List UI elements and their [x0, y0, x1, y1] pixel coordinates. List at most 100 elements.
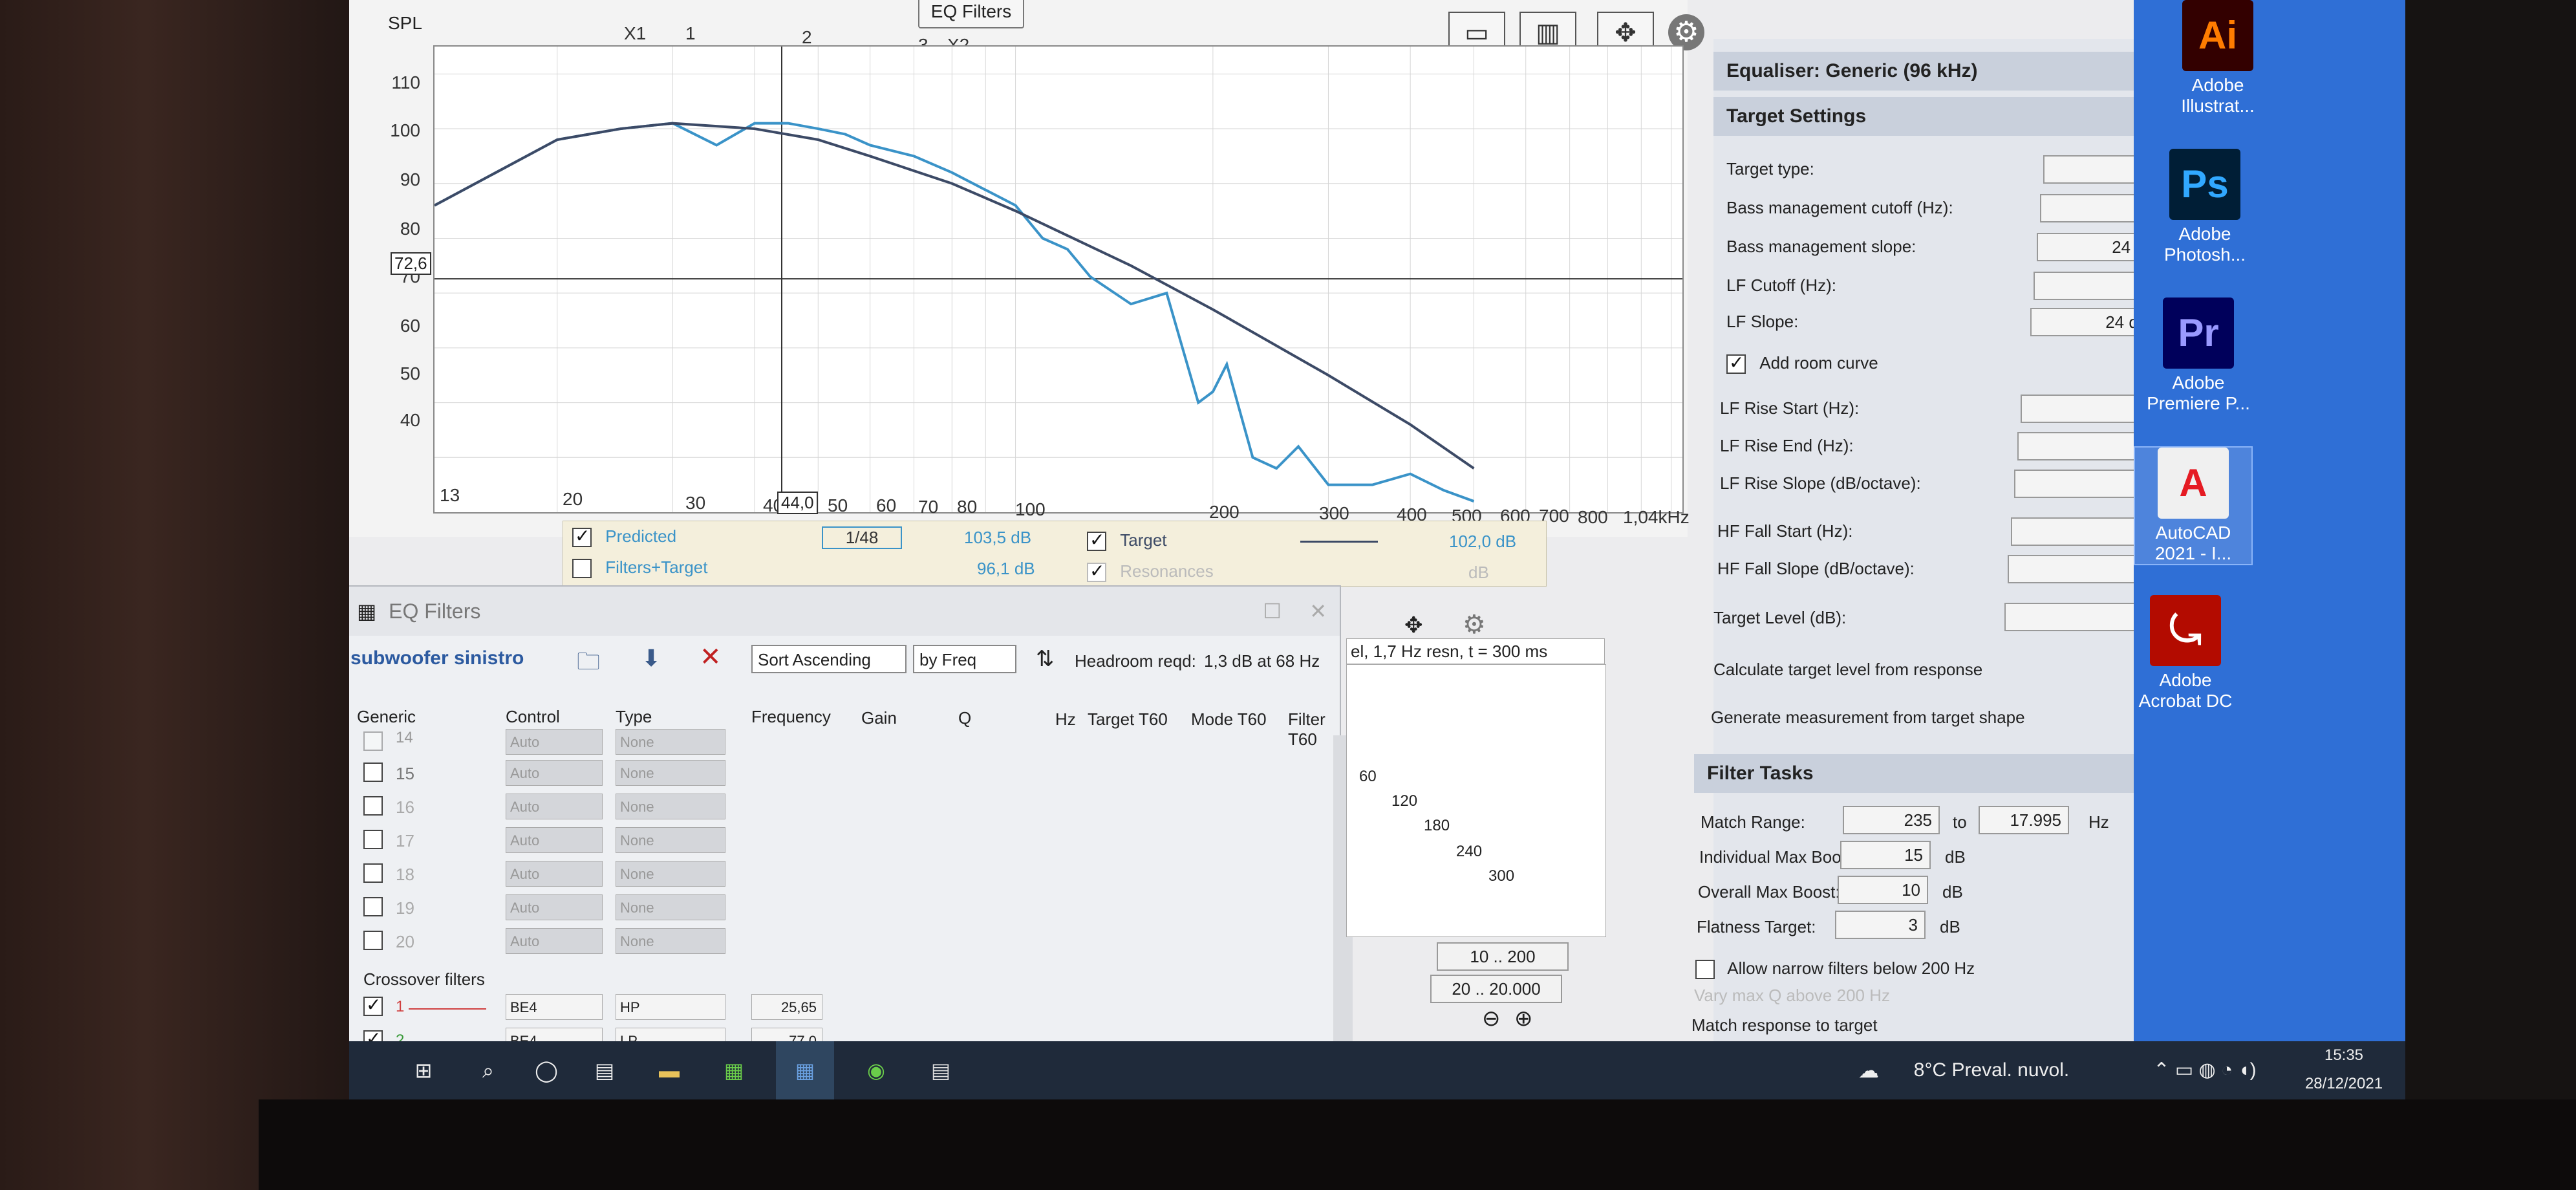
- filter-row[interactable]: 19 Auto None: [349, 894, 1307, 925]
- type-select[interactable]: None: [616, 729, 725, 755]
- allow-narrow-label: Allow narrow filters below 200 Hz: [1727, 958, 1975, 978]
- overall-max-boost-field[interactable]: 10: [1838, 876, 1928, 904]
- target-checkbox[interactable]: [1087, 529, 1106, 552]
- add-room-curve-option[interactable]: Add room curve: [1726, 352, 1878, 374]
- close-window-icon[interactable]: ✕: [1309, 587, 1327, 636]
- clock[interactable]: 15:35 28/12/2021: [2295, 1041, 2392, 1099]
- start-icon[interactable]: ⊞: [401, 1041, 446, 1099]
- x-tick-label: 60: [876, 495, 897, 515]
- file-explorer-icon[interactable]: ▬: [647, 1041, 692, 1099]
- desktop-icon-photoshop[interactable]: Ps Adobe Photosh...: [2147, 149, 2263, 265]
- filter-checkbox[interactable]: [363, 796, 383, 816]
- control-select[interactable]: Auto: [506, 928, 603, 954]
- allow-narrow-checkbox[interactable]: [1695, 960, 1715, 980]
- weather-text[interactable]: 8°C Preval. nuvol.: [1888, 1041, 2095, 1099]
- y-tick-label: 90: [400, 169, 420, 189]
- control-select[interactable]: Auto: [506, 729, 603, 755]
- match-range-from-field[interactable]: 235: [1843, 806, 1940, 834]
- task-view-icon[interactable]: ▤: [582, 1041, 627, 1099]
- column-header: Target T60: [1088, 709, 1168, 729]
- column-header: Control: [506, 707, 560, 726]
- match-response-button[interactable]: Match response to target: [1691, 1015, 1878, 1035]
- app-icon[interactable]: ▦: [711, 1041, 757, 1099]
- response-plot[interactable]: [433, 45, 1684, 514]
- sort-order-icon[interactable]: ⇅: [1036, 646, 1055, 672]
- side-fit-arrows-icon[interactable]: ✥: [1404, 612, 1423, 638]
- allow-narrow-option[interactable]: Allow narrow filters below 200 Hz: [1695, 958, 1975, 980]
- match-range-to-label: to: [1953, 812, 1967, 832]
- individual-max-boost-field[interactable]: 15: [1840, 841, 1931, 869]
- crossover-frequency-field[interactable]: 25,65: [751, 994, 822, 1020]
- desktop-icon-illustrator[interactable]: Ai Adobe Illustrat...: [2160, 0, 2276, 116]
- desktop-icon-premiere[interactable]: Pr Adobe Premiere P...: [2140, 298, 2257, 414]
- zoom-in-icon[interactable]: ⊕: [1514, 1006, 1533, 1032]
- control-select[interactable]: Auto: [506, 760, 603, 786]
- smoothing-control[interactable]: 1/48: [822, 526, 902, 549]
- crossover-filter-select[interactable]: BE4: [506, 994, 603, 1020]
- type-select[interactable]: None: [616, 894, 725, 920]
- filters-target-checkbox[interactable]: [572, 559, 592, 579]
- app-icon[interactable]: ▤: [918, 1041, 963, 1099]
- delete-icon[interactable]: ✕: [700, 642, 722, 672]
- bass-cutoff-label: Bass management cutoff (Hz):: [1726, 198, 1953, 217]
- filter-row[interactable]: 18 Auto None: [349, 861, 1307, 892]
- save-icon[interactable]: ⬇: [641, 645, 661, 672]
- calculate-target-button[interactable]: Calculate target level from response: [1713, 660, 1982, 680]
- type-select[interactable]: None: [616, 861, 725, 887]
- flatness-target-field[interactable]: 3: [1835, 911, 1926, 939]
- control-select[interactable]: Auto: [506, 827, 603, 853]
- filter-checkbox[interactable]: [363, 931, 383, 950]
- zoom-out-icon[interactable]: ⊖: [1482, 1006, 1501, 1032]
- filter-checkbox[interactable]: [363, 863, 383, 883]
- predicted-checkbox[interactable]: [572, 525, 592, 548]
- cortana-icon[interactable]: ◯: [524, 1041, 569, 1099]
- crossover-checkbox[interactable]: [363, 994, 383, 1016]
- sort-by-select[interactable]: by Freq: [913, 645, 1016, 673]
- filter-row[interactable]: 20 Auto None: [349, 928, 1307, 959]
- equaliser-header[interactable]: Equaliser: Generic (96 kHz): [1713, 52, 2153, 91]
- filters-target-legend[interactable]: Filters+Target: [572, 557, 707, 579]
- crossover-type-select[interactable]: HP: [616, 994, 725, 1020]
- filter-checkbox[interactable]: [363, 763, 383, 782]
- search-icon[interactable]: ⌕: [466, 1041, 511, 1099]
- filter-checkbox[interactable]: [363, 830, 383, 849]
- type-select[interactable]: None: [616, 928, 725, 954]
- filter-row[interactable]: 16 Auto None: [349, 794, 1307, 825]
- control-select[interactable]: Auto: [506, 794, 603, 819]
- desktop-icon-autocad[interactable]: A AutoCAD 2021 - I...: [2134, 446, 2253, 565]
- folder-icon[interactable]: 🗀: [577, 645, 600, 684]
- measurement-name: subwoofer sinistro: [350, 647, 524, 669]
- filter-checkbox[interactable]: [363, 897, 383, 916]
- type-select[interactable]: None: [616, 827, 725, 853]
- chrome-icon[interactable]: ◉: [853, 1041, 899, 1099]
- target-line-sample: [1300, 541, 1378, 543]
- side-gear-icon[interactable]: ⚙: [1463, 610, 1486, 640]
- lf-rise-start-label: LF Rise Start (Hz):: [1720, 398, 1860, 418]
- match-range-to-field[interactable]: 17.995: [1979, 806, 2069, 834]
- filter-row[interactable]: 15 Auto None: [349, 760, 1307, 791]
- filter-row[interactable]: 17 Auto None: [349, 827, 1307, 858]
- range-20-20000-button[interactable]: 20 .. 20.000: [1430, 975, 1562, 1003]
- sort-select[interactable]: Sort Ascending: [751, 645, 907, 673]
- range-10-200-button[interactable]: 10 .. 200: [1437, 942, 1569, 971]
- system-tray-icons[interactable]: ⌃ ▭ ◍ ◔ ◖): [2114, 1041, 2295, 1099]
- filter-tasks-header[interactable]: Filter Tasks: [1694, 754, 2147, 793]
- control-select[interactable]: Auto: [506, 861, 603, 887]
- desktop-icon-acrobat[interactable]: ⤿ Adobe Acrobat DC: [2127, 595, 2244, 711]
- filter-checkbox[interactable]: [363, 731, 383, 751]
- eq-filters-button[interactable]: EQ Filters: [918, 0, 1024, 28]
- add-room-curve-checkbox[interactable]: [1726, 352, 1746, 374]
- rew-task-icon[interactable]: ▦: [776, 1041, 834, 1099]
- target-settings-header[interactable]: Target Settings: [1713, 97, 2153, 136]
- predicted-legend[interactable]: Predicted: [572, 525, 676, 548]
- column-header: Q: [958, 708, 972, 728]
- target-legend[interactable]: Target: [1087, 529, 1167, 552]
- type-select[interactable]: None: [616, 760, 725, 786]
- type-select[interactable]: None: [616, 794, 725, 819]
- headroom-value: 1,3 dB at 68 Hz: [1204, 651, 1320, 671]
- generate-measurement-button[interactable]: Generate measurement from target shape: [1711, 708, 2025, 728]
- crossover-row[interactable]: 1 BE4 HP 25,65: [349, 994, 1307, 1025]
- filter-row[interactable]: 14 Auto None: [349, 729, 1307, 760]
- control-select[interactable]: Auto: [506, 894, 603, 920]
- maximize-icon[interactable]: ☐: [1263, 587, 1282, 636]
